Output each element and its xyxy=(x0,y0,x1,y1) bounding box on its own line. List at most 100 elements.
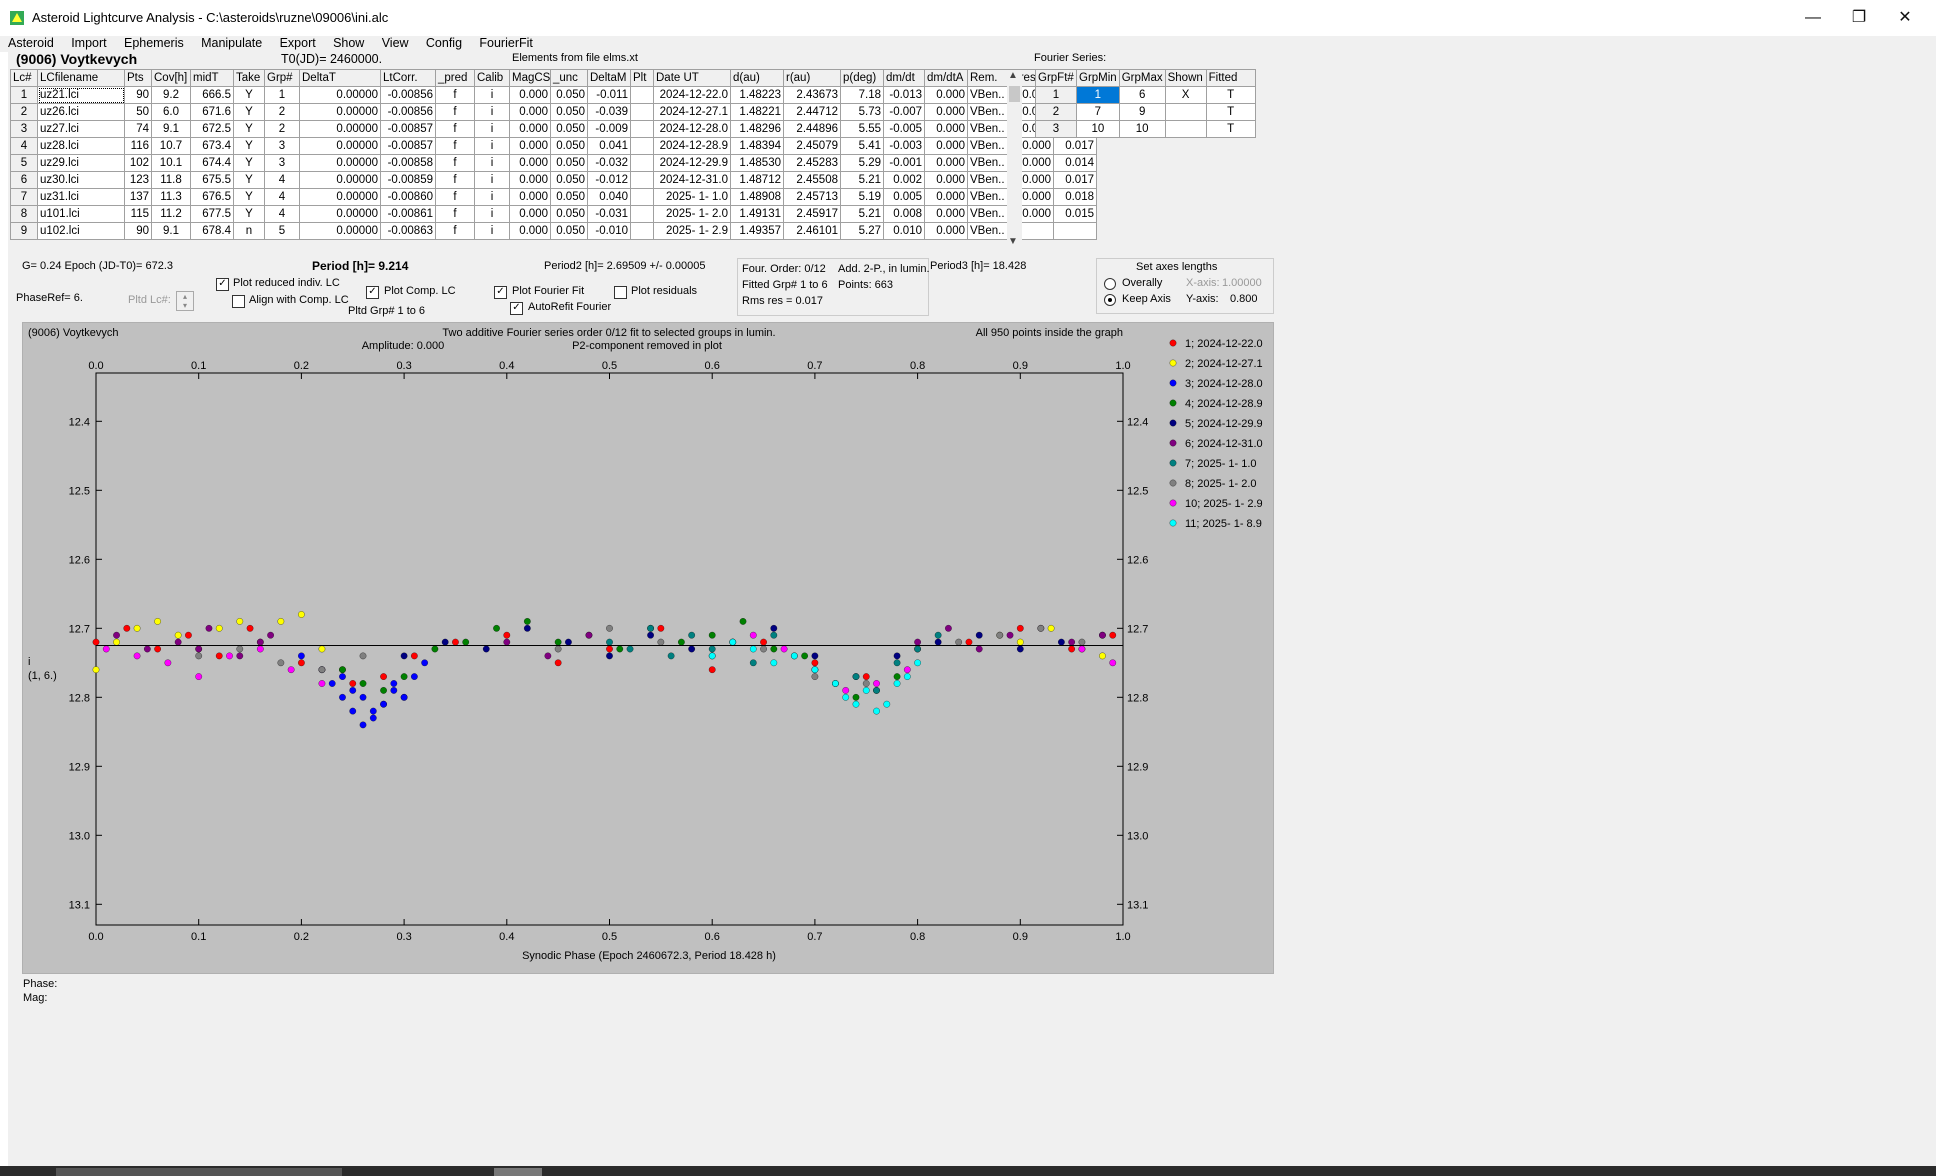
lc-col-header[interactable]: dm/dtA xyxy=(924,69,968,87)
lc-cell[interactable]: VBen.. xyxy=(967,120,1011,138)
lc-cell[interactable]: 0.00000 xyxy=(299,188,381,206)
data-point[interactable] xyxy=(945,624,952,632)
lc-col-header[interactable]: DeltaT xyxy=(299,69,381,87)
lc-cell[interactable]: -0.013 xyxy=(883,86,925,104)
data-point[interactable] xyxy=(1078,638,1086,646)
lc-cell[interactable]: VBen.. xyxy=(967,86,1011,104)
lc-cell[interactable]: 0.000 xyxy=(509,222,551,240)
lc-cell[interactable]: 11.2 xyxy=(151,205,191,223)
lc-row-header[interactable]: 7 xyxy=(10,188,38,206)
data-point[interactable] xyxy=(287,666,295,674)
lc-row-header[interactable]: 9 xyxy=(10,222,38,240)
lc-cell[interactable]: 0.017 xyxy=(1053,171,1097,189)
minimize-button[interactable]: — xyxy=(1790,0,1836,36)
lc-cell[interactable]: 0.00000 xyxy=(299,137,381,155)
data-point[interactable] xyxy=(1047,624,1055,632)
lc-cell[interactable]: 0.00000 xyxy=(299,205,381,223)
data-point[interactable] xyxy=(102,645,110,653)
lc-cell[interactable]: 2.44712 xyxy=(783,103,841,121)
lc-cell[interactable]: Y xyxy=(233,103,265,121)
fs-cell[interactable]: 10 xyxy=(1076,120,1120,138)
data-point[interactable] xyxy=(996,631,1004,639)
lc-table-row[interactable]: 9 u102.lci 90 9.1 678.4 n 5 0.00000 -0.00863 f i 0.… xyxy=(10,222,1097,240)
fs-cell[interactable]: T xyxy=(1205,86,1256,104)
lc-table-row[interactable]: 5 uz29.lci 102 10.1 674.4 Y 3 0.00000 -0.00858 f i… xyxy=(10,154,1097,172)
fs-table-row[interactable]: 279 T xyxy=(1035,103,1256,121)
lc-cell[interactable]: 2.45283 xyxy=(783,154,841,172)
lc-cell[interactable]: 0.000 xyxy=(509,86,551,104)
data-point[interactable] xyxy=(482,645,490,653)
lc-cell[interactable]: 1.48530 xyxy=(730,154,784,172)
lc-cell[interactable]: Y xyxy=(233,137,265,155)
data-point[interactable] xyxy=(965,638,973,646)
lc-cell[interactable]: 2.45917 xyxy=(783,205,841,223)
data-point[interactable] xyxy=(113,638,120,646)
lc-cell[interactable]: 116 xyxy=(124,137,152,155)
lc-cell[interactable]: i xyxy=(474,222,510,240)
lc-cell[interactable]: 5.29 xyxy=(840,154,884,172)
lc-cell[interactable]: u101.lci xyxy=(37,205,125,223)
lc-cell[interactable]: i xyxy=(474,188,510,206)
yaxis-input[interactable]: 0.800 xyxy=(1230,293,1258,305)
lc-cell[interactable]: 6.0 xyxy=(151,103,191,121)
data-point[interactable] xyxy=(256,645,264,653)
lc-cell[interactable]: f xyxy=(435,86,475,104)
lc-cell[interactable]: 0.00000 xyxy=(299,154,381,172)
period-label[interactable]: Period [h]= 9.214 xyxy=(312,259,408,273)
lc-cell[interactable]: 0.050 xyxy=(550,222,588,240)
data-point[interactable] xyxy=(647,624,654,632)
data-point[interactable] xyxy=(185,631,192,639)
lc-cell[interactable]: 9.2 xyxy=(151,86,191,104)
lc-col-header[interactable]: DeltaM xyxy=(587,69,631,87)
lc-cell[interactable]: 0.000 xyxy=(924,154,968,172)
data-point[interactable] xyxy=(267,631,274,639)
lc-col-header[interactable]: Calib xyxy=(474,69,510,87)
lc-cell[interactable]: Y xyxy=(233,205,265,223)
lc-cell[interactable]: -0.009 xyxy=(587,120,631,138)
lc-cell[interactable] xyxy=(630,86,654,104)
data-point[interactable] xyxy=(195,673,203,680)
overally-radio[interactable] xyxy=(1104,278,1116,290)
data-point[interactable] xyxy=(1058,638,1065,646)
maximize-button[interactable]: ❐ xyxy=(1836,0,1882,36)
lc-cell[interactable]: uz26.lci xyxy=(37,103,125,121)
lc-cell[interactable]: 671.6 xyxy=(190,103,234,121)
data-point[interactable] xyxy=(1068,638,1076,646)
data-point[interactable] xyxy=(873,687,880,694)
lc-col-header[interactable]: _unc xyxy=(550,69,588,87)
lc-cell[interactable] xyxy=(630,188,654,206)
data-point[interactable] xyxy=(359,693,367,701)
data-point[interactable] xyxy=(780,645,788,653)
data-point[interactable] xyxy=(1006,631,1014,639)
fs-cell[interactable]: T xyxy=(1205,103,1256,121)
data-point[interactable] xyxy=(955,638,963,646)
lc-table-row[interactable]: 3 uz27.lci 74 9.1 672.5 Y 2 0.00000 -0.00857 f i 0.… xyxy=(10,120,1097,138)
chart-svg[interactable]: (9006) Voytkevych Two additive Fourier se… xyxy=(23,323,1273,973)
lc-table-row[interactable]: 7 uz31.lci 137 11.3 676.5 Y 4 0.00000 -0.00860 f i… xyxy=(10,188,1097,206)
lc-cell[interactable]: uz30.lci xyxy=(37,171,125,189)
data-point[interactable] xyxy=(215,624,223,632)
lc-cell[interactable] xyxy=(1053,222,1097,240)
fs-row-header[interactable]: 2 xyxy=(1035,103,1077,121)
data-point[interactable] xyxy=(154,618,161,625)
menu-manipulate[interactable]: Manipulate xyxy=(201,36,262,50)
lc-cell[interactable]: 673.4 xyxy=(190,137,234,155)
lc-cell[interactable]: 666.5 xyxy=(190,86,234,104)
lc-cell[interactable]: uz31.lci xyxy=(37,188,125,206)
data-point[interactable] xyxy=(400,673,408,680)
lc-cell[interactable]: -0.031 xyxy=(587,205,631,223)
data-point[interactable] xyxy=(1037,624,1045,632)
lc-cell[interactable]: 0.000 xyxy=(509,205,551,223)
lc-table-row[interactable]: 1 uz21.lci 90 9.2 666.5 Y 1 0.00000 -0.00856 f i 0.… xyxy=(10,86,1097,104)
lc-col-header[interactable]: Date UT xyxy=(653,69,731,87)
lc-cell[interactable]: i xyxy=(474,154,510,172)
lc-col-header[interactable]: LCfilename xyxy=(37,69,125,87)
plot-comp-checkbox[interactable]: ✓ xyxy=(366,286,379,299)
data-point[interactable] xyxy=(770,631,778,639)
lc-cell[interactable]: Y xyxy=(233,188,265,206)
data-point[interactable] xyxy=(441,638,449,646)
data-point[interactable] xyxy=(544,652,552,660)
data-point[interactable] xyxy=(164,659,172,667)
data-point[interactable] xyxy=(349,687,357,694)
lc-cell[interactable]: 123 xyxy=(124,171,152,189)
